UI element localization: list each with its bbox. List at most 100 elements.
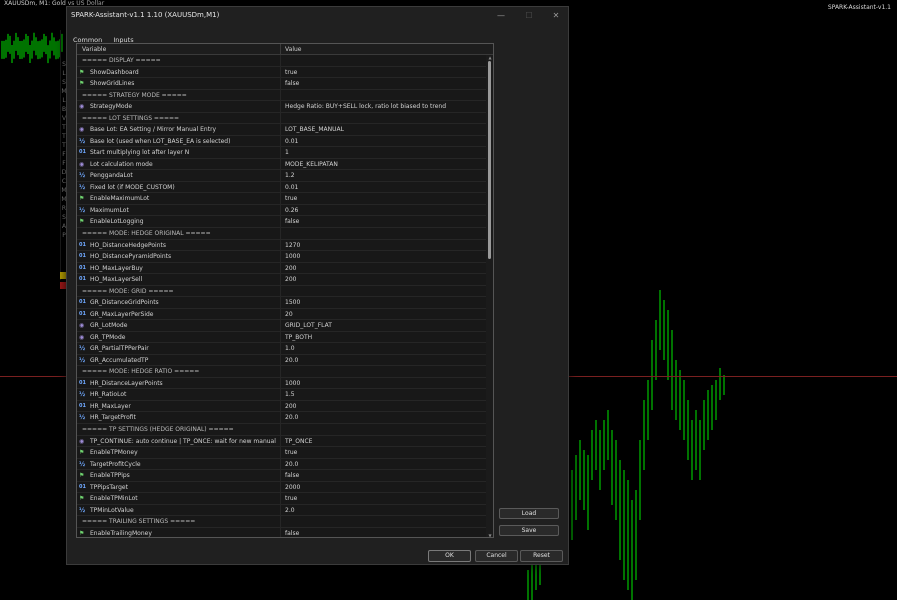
- variable-value[interactable]: 1000: [285, 380, 485, 387]
- variable-value[interactable]: TP_ONCE: [285, 438, 485, 445]
- integer-icon: 01: [79, 149, 86, 156]
- table-row[interactable]: ½ HR_RatioLot 1.5: [77, 389, 493, 401]
- table-row[interactable]: 01 HR_DistanceLayerPoints 1000: [77, 377, 493, 390]
- minimize-button[interactable]: —: [488, 9, 514, 23]
- variable-value[interactable]: 1.0: [285, 345, 485, 352]
- load-button[interactable]: Load: [499, 508, 559, 519]
- variable-value[interactable]: 2000: [285, 484, 485, 491]
- column-header-variable[interactable]: Variable: [82, 46, 106, 53]
- variable-name: EnableTPMoney: [90, 449, 138, 457]
- variable-value[interactable]: 1.5: [285, 391, 485, 398]
- variable-value[interactable]: false: [285, 472, 485, 479]
- variable-value[interactable]: 1.2: [285, 172, 485, 179]
- table-row[interactable]: ◉ Lot calculation mode MODE_KELIPATAN: [77, 158, 493, 171]
- variable-value[interactable]: false: [285, 80, 485, 87]
- table-row[interactable]: 01 GR_MaxLayerPerSide 20: [77, 308, 493, 321]
- close-button[interactable]: ✕: [543, 9, 569, 23]
- table-header: Variable Value: [77, 44, 493, 55]
- table-row[interactable]: ⚑ ShowGridLines false: [77, 78, 493, 90]
- variable-name: EnableMaximumLot: [90, 195, 150, 203]
- variable-value[interactable]: 0.26: [285, 207, 485, 214]
- table-row[interactable]: ⚑ EnableTPMinLot true: [77, 493, 493, 505]
- table-row[interactable]: ⚑ EnableMaximumLot true: [77, 193, 493, 205]
- variable-value[interactable]: 1500: [285, 299, 485, 306]
- variable-name: ===== TRAILING SETTINGS =====: [82, 518, 196, 526]
- dialog-titlebar[interactable]: SPARK-Assistant-v1.1 1.10 (XAUUSDm,M1) —…: [67, 7, 568, 25]
- table-row[interactable]: 01 Start multiplying lot after layer N 1: [77, 147, 493, 159]
- cancel-button[interactable]: Cancel: [475, 550, 518, 562]
- maximize-button[interactable]: ☐: [516, 9, 542, 23]
- variable-value[interactable]: 20.0: [285, 414, 485, 421]
- scroll-up-arrow[interactable]: ▲: [486, 55, 493, 60]
- table-row[interactable]: ◉ GR_LotMode GRID_LOT_FLAT: [77, 320, 493, 332]
- table-row[interactable]: ◉ Base Lot: EA Setting / Mirror Manual En…: [77, 124, 493, 136]
- column-header-value[interactable]: Value: [285, 46, 301, 53]
- variable-value[interactable]: false: [285, 530, 485, 537]
- table-row[interactable]: 01 HO_MaxLayerSell 200: [77, 274, 493, 286]
- table-row[interactable]: ½ HR_TargetProfit 20.0: [77, 412, 493, 424]
- scroll-down-arrow[interactable]: ▼: [486, 533, 493, 537]
- variable-name: StrategyMode: [90, 103, 133, 111]
- variable-name: GR_MaxLayerPerSide: [90, 310, 154, 318]
- variable-value[interactable]: GRID_LOT_FLAT: [285, 322, 485, 329]
- variable-value[interactable]: false: [285, 218, 485, 225]
- variable-value[interactable]: 0.01: [285, 184, 485, 191]
- variable-value[interactable]: 1270: [285, 242, 485, 249]
- variable-name: GR_LotMode: [90, 322, 128, 330]
- table-row[interactable]: ◉ TP_CONTINUE: auto continue | TP_ONCE: w…: [77, 435, 493, 448]
- table-row[interactable]: 01 HO_DistancePyramidPoints 1000: [77, 251, 493, 263]
- table-row[interactable]: ⚑ EnableTrailingMoney false: [77, 527, 493, 537]
- variable-value[interactable]: 200: [285, 276, 485, 283]
- table-row[interactable]: ⚑ ShowDashboard true: [77, 66, 493, 79]
- variable-value[interactable]: Hedge Ratio: BUY+SELL lock, ratio lot bi…: [285, 103, 485, 110]
- table-row[interactable]: ½ MaximumLot 0.26: [77, 204, 493, 217]
- table-row[interactable]: 01 GR_DistanceGridPoints 1500: [77, 297, 493, 309]
- variable-value[interactable]: 1000: [285, 253, 485, 260]
- variable-value[interactable]: MODE_KELIPATAN: [285, 161, 485, 168]
- variable-value[interactable]: 2.0: [285, 507, 485, 514]
- table-row[interactable]: 01 HO_DistanceHedgePoints 1270: [77, 239, 493, 252]
- variable-value[interactable]: TP_BOTH: [285, 334, 485, 341]
- save-button[interactable]: Save: [499, 525, 559, 536]
- table-row[interactable]: ½ TargetProfitCycle 20.0: [77, 458, 493, 471]
- table-row[interactable]: ⚑ EnableTPMoney true: [77, 447, 493, 459]
- variable-value[interactable]: 20: [285, 311, 485, 318]
- ok-button[interactable]: OK: [428, 550, 471, 562]
- table-row[interactable]: ½ GR_AccumulatedTP 20.0: [77, 354, 493, 367]
- variable-value[interactable]: true: [285, 495, 485, 502]
- scroll-thumb[interactable]: [488, 61, 491, 259]
- table-row[interactable]: ½ GR_PartialTPPerPair 1.0: [77, 343, 493, 355]
- variable-value[interactable]: 20.0: [285, 357, 485, 364]
- variable-value[interactable]: 20.0: [285, 461, 485, 468]
- variable-name: TP_CONTINUE: auto continue | TP_ONCE: wa…: [90, 437, 278, 445]
- table-row[interactable]: 01 TPPipsTarget 2000: [77, 481, 493, 494]
- table-row[interactable]: ½ Fixed lot (if MODE_CUSTOM) 0.01: [77, 181, 493, 194]
- variable-value[interactable]: 1: [285, 149, 485, 156]
- table-scrollbar[interactable]: ▲ ▼: [486, 55, 493, 537]
- variable-value[interactable]: 200: [285, 403, 485, 410]
- integer-icon: 01: [79, 253, 86, 260]
- integer-icon: 01: [79, 379, 86, 386]
- table-row[interactable]: ½ PenggandaLot 1.2: [77, 170, 493, 182]
- table-row[interactable]: ½ Base lot (used when LOT_BASE_EA is sele…: [77, 135, 493, 148]
- reset-button[interactable]: Reset: [520, 550, 563, 562]
- variable-value[interactable]: true: [285, 449, 485, 456]
- table-row[interactable]: ⚑ EnableLotLogging false: [77, 216, 493, 228]
- table-row[interactable]: 01 HR_MaxLayer 200: [77, 400, 493, 413]
- variable-name: ===== MODE: HEDGE RATIO =====: [82, 368, 200, 376]
- dialog-title: SPARK-Assistant-v1.1 1.10 (XAUUSDm,M1): [71, 11, 220, 19]
- variable-value[interactable]: 0.01: [285, 138, 485, 145]
- variable-name: ===== STRATEGY MODE =====: [82, 91, 187, 99]
- variable-value[interactable]: 200: [285, 265, 485, 272]
- section-row: ===== DISPLAY =====: [77, 55, 493, 67]
- table-row[interactable]: ½ TPMinLotValue 2.0: [77, 504, 493, 517]
- variable-value[interactable]: true: [285, 195, 485, 202]
- table-row[interactable]: ⚑ EnableTPPips false: [77, 470, 493, 482]
- inputs-dialog: SPARK-Assistant-v1.1 1.10 (XAUUSDm,M1) —…: [66, 6, 569, 565]
- table-row[interactable]: ◉ StrategyMode Hedge Ratio: BUY+SELL lock,…: [77, 101, 493, 113]
- variable-value[interactable]: LOT_BASE_MANUAL: [285, 126, 485, 133]
- table-row[interactable]: ◉ GR_TPMode TP_BOTH: [77, 331, 493, 344]
- table-row[interactable]: 01 HO_MaxLayerBuy 200: [77, 262, 493, 275]
- variable-value[interactable]: true: [285, 69, 485, 76]
- variable-name: HR_RatioLot: [90, 391, 127, 399]
